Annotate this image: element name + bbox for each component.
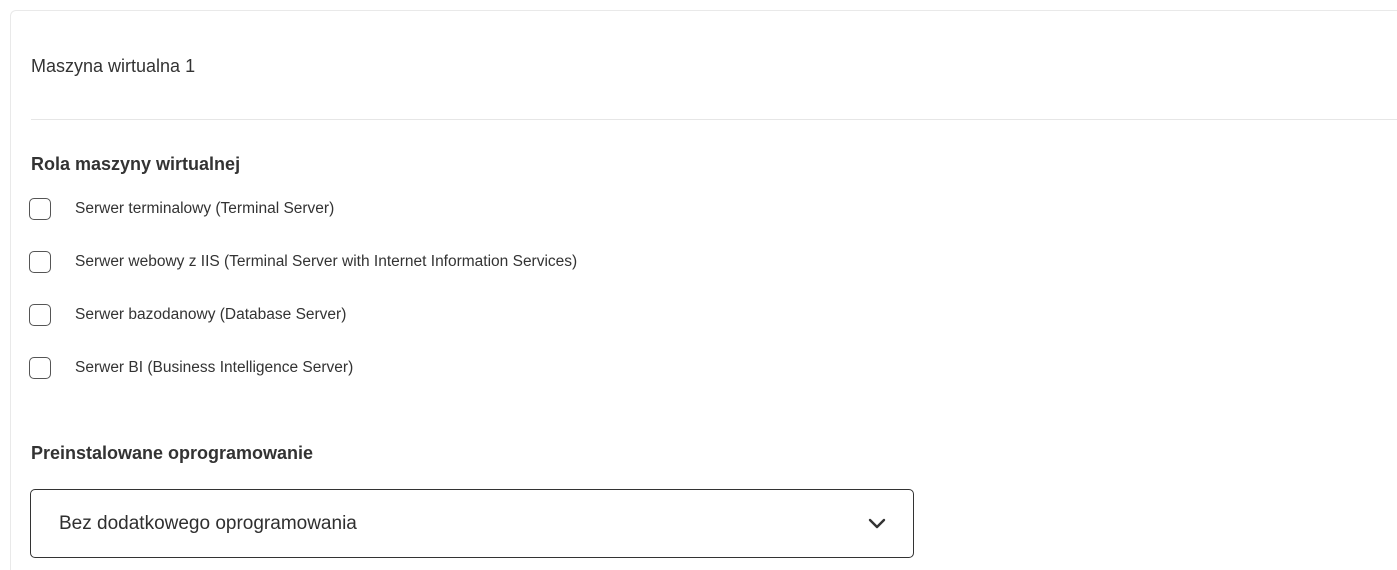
checkbox[interactable]: [29, 251, 51, 273]
role-option-label: Serwer webowy z IIS (Terminal Server wit…: [75, 253, 578, 270]
checkbox[interactable]: [29, 198, 51, 220]
vm-card: Maszyna wirtualna 1 Rola maszyny wirtual…: [10, 10, 1397, 570]
checkbox[interactable]: [29, 304, 51, 326]
role-option-bi-server[interactable]: Serwer BI (Business Intelligence Server): [29, 356, 353, 380]
role-section-label: Rola maszyny wirtualnej: [31, 154, 241, 174]
role-option-database-server[interactable]: Serwer bazodanowy (Database Server): [29, 303, 346, 327]
role-option-label: Serwer terminalowy (Terminal Server): [75, 200, 335, 217]
role-option-label: Serwer bazodanowy (Database Server): [75, 306, 347, 323]
software-select[interactable]: Bez dodatkowego oprogramowania: [30, 489, 914, 558]
software-section-label: Preinstalowane oprogramowanie: [31, 443, 314, 463]
role-option-label: Serwer BI (Business Intelligence Server): [75, 359, 354, 376]
vm-title: Maszyna wirtualna 1: [31, 56, 196, 76]
software-select-value: Bez dodatkowego oprogramowania: [59, 512, 357, 534]
role-option-terminal-server[interactable]: Serwer terminalowy (Terminal Server): [29, 197, 334, 221]
checkbox[interactable]: [29, 357, 51, 379]
divider: [31, 119, 1397, 120]
role-option-web-server-iis[interactable]: Serwer webowy z IIS (Terminal Server wit…: [29, 250, 577, 274]
chevron-down-icon[interactable]: [867, 518, 887, 530]
